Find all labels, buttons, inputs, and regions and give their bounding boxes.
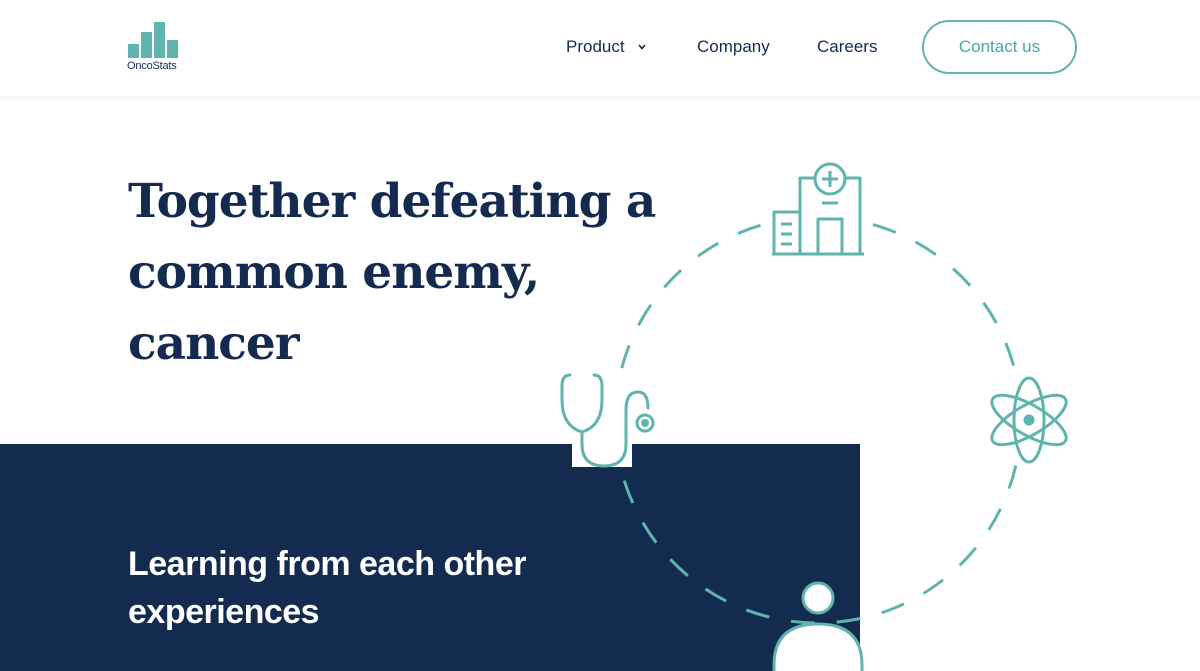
bar-chart-logo-icon: [128, 22, 178, 58]
atom-icon: [984, 375, 1074, 465]
site-header: OncoStats Product Company Careers Contac…: [0, 0, 1200, 96]
person-icon: [772, 581, 864, 671]
section-title: Learning from each other experiences: [128, 545, 526, 631]
chevron-down-icon: [637, 44, 646, 50]
nav-product-label: Product: [566, 37, 625, 56]
nav-careers[interactable]: Careers: [817, 37, 877, 57]
illustration: [560, 162, 1074, 671]
logo-text: OncoStats: [127, 60, 177, 72]
contact-us-button[interactable]: Contact us: [922, 20, 1077, 74]
logo[interactable]: OncoStats: [127, 20, 181, 74]
nav-company[interactable]: Company: [697, 37, 770, 57]
hospital-icon: [772, 162, 864, 257]
stethoscope-icon: [560, 372, 656, 468]
nav-product[interactable]: Product: [566, 37, 647, 57]
dashed-circle: [613, 215, 1023, 625]
